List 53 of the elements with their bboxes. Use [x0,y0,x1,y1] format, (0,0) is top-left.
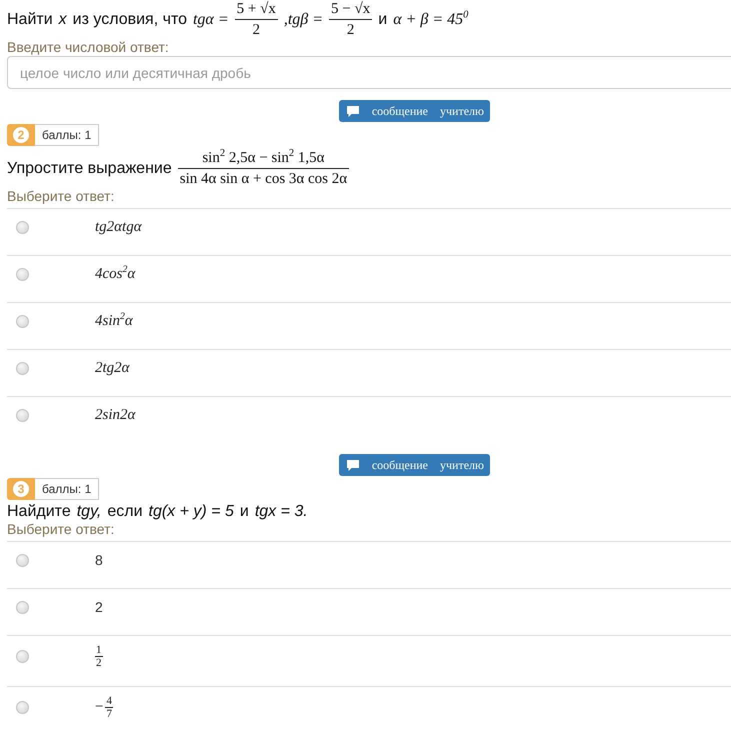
radio-button[interactable] [16,220,29,234]
fraction-denominator: 2 [329,19,372,39]
math-expression: tgα = [192,10,229,28]
radio-button[interactable] [16,362,29,374]
radio-button[interactable] [16,554,29,566]
fraction-numerator: 4 [105,696,113,706]
question-text: Найдите [7,503,71,521]
question-text: если [107,503,142,521]
answer-prompt-label: Выберите ответ: [6,188,116,204]
message-teacher-button[interactable]: сообщение учителю [338,100,490,122]
fraction-numerator: sin$^{2}$ 2,5α − sin$^{2}$ 1,5α [201,149,326,168]
math-expression: tgy, [76,503,102,521]
radio-button[interactable] [16,268,29,280]
radio-button[interactable] [16,600,29,614]
answer-option-text: 4cos$^{2}$α [95,266,136,282]
radio-button[interactable] [16,314,29,328]
question-text: из условия, что [72,10,187,28]
answer-option-text: 2sin2α [95,407,136,423]
math-expression: x [58,10,67,28]
question-text: Упростите выражение [7,160,172,178]
fraction-denominator: 2 [234,19,278,39]
points-label: баллы: 1 [35,478,100,500]
answer-option-text: 2 [95,599,103,615]
fraction-denominator: 7 [105,706,113,718]
math-expression: ,tgβ = [284,10,324,28]
question-number-badge: 3 [7,478,35,500]
points-label: баллы: 1 [35,124,100,146]
answer-option-text: tg2αtgα [95,219,142,235]
answer-option-text: 8 [95,552,103,568]
radio-button[interactable] [16,650,29,662]
math-expression: α + β = 45$^{0}$ [393,10,468,28]
answer-option-text: 4sin$^{2}$α [95,313,133,329]
answer-option-text: 2tg2α [95,360,130,376]
minus-sign: − [95,698,104,716]
speech-bubble-icon [346,460,359,470]
question-number-badge: 2 [7,124,35,146]
question-text: и [240,503,249,521]
fraction-denominator: 2 [95,656,102,668]
answer-input[interactable]: целое число или десятичная дробь [7,56,731,89]
message-teacher-button[interactable]: сообщение учителю [338,454,490,476]
speech-bubble-icon [346,106,359,116]
fraction-numerator: 1 [95,644,102,656]
answer-prompt-label: Введите числовой ответ: [6,39,170,55]
answer-prompt-label: Выберите ответ: [6,521,116,537]
fraction-numerator: 5 − √x [330,0,372,19]
radio-button[interactable] [16,700,29,714]
radio-button[interactable] [16,408,29,422]
math-expression: tg(x + y) = 5 [148,503,234,521]
fraction-denominator: sin 4α sin α + cos 3α cos 2α [178,168,350,188]
math-expression: tgx = 3. [254,503,308,521]
fraction-numerator: 5 + √x [236,0,277,19]
question-text: и [378,10,388,28]
question-text: Найти [7,10,53,28]
